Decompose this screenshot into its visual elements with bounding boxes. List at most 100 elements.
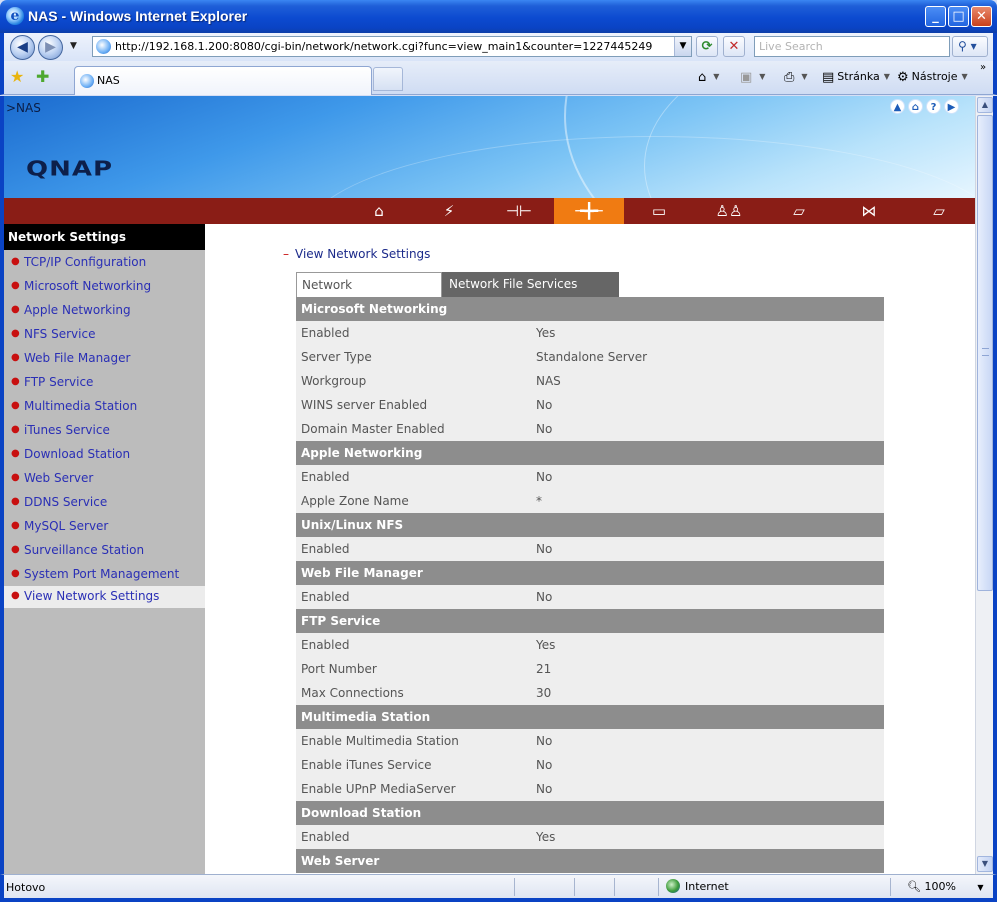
home-button[interactable]: ⌂ ▼ (698, 70, 719, 85)
sidebar-item-web-file-manager[interactable]: ● Web File Manager (4, 348, 205, 370)
scroll-down-icon[interactable]: ▼ (977, 856, 993, 872)
breadcrumb: >NAS (6, 101, 41, 115)
table-row: Server Type Standalone Server (296, 345, 884, 369)
setting-name: Enabled (301, 326, 350, 340)
section-title[interactable]: – View Network Settings (283, 247, 430, 261)
table-row: Enable Multimedia Station No (296, 729, 884, 753)
sidebar-item-multimedia[interactable]: ● Multimedia Station (4, 396, 205, 418)
next-arrow-icon[interactable]: ▶ (944, 99, 959, 114)
setting-value: * (536, 494, 542, 508)
rss-icon: ▣ (740, 70, 753, 85)
refresh-button[interactable]: ⟳ (696, 36, 718, 57)
zoom-control[interactable]: 🔍︎ 100% ▼ (907, 880, 984, 893)
new-tab-button[interactable] (373, 67, 403, 91)
table-row: Enabled Yes (296, 321, 884, 345)
setting-value: 30 (536, 686, 552, 700)
group-header: Multimedia Station (296, 705, 884, 729)
up-arrow-icon[interactable]: ▲ (890, 99, 905, 114)
table-row: Enabled No (296, 465, 884, 489)
setting-value: No (536, 734, 553, 748)
sidebar-item-view-network-settings[interactable]: ● View Network Settings (4, 586, 205, 608)
table-row: Enabled No (296, 537, 884, 561)
vertical-scrollbar[interactable]: ▲ ▼ (975, 96, 993, 874)
chevron-more-icon[interactable]: » (980, 62, 986, 73)
history-dropdown-icon[interactable]: ▼ (70, 41, 77, 51)
sidebar-item-apple-networking[interactable]: ● Apple Networking (4, 300, 205, 322)
stop-button[interactable]: ✕ (723, 36, 745, 57)
bullet-icon: ● (11, 256, 20, 267)
quick-config-icon[interactable]: ⚡ (414, 198, 484, 224)
system-logs-icon[interactable]: ▱ (904, 198, 974, 224)
help-icon[interactable]: ? (926, 99, 941, 114)
bullet-icon: ● (11, 544, 20, 555)
address-toolbar: ◀ ▶ ▼ http://192.168.1.200:8080/cgi-bin/… (0, 33, 997, 61)
print-button[interactable]: ⎙ ▼ (784, 70, 808, 85)
search-icon: ⚲ ▾ (958, 39, 977, 53)
bullet-icon: ● (11, 400, 20, 411)
sidebar-item-download-station[interactable]: ● Download Station (4, 444, 205, 466)
maximize-button[interactable]: □ (948, 6, 969, 27)
tab-label: NAS (97, 74, 120, 87)
status-divider (574, 878, 575, 896)
home-icon[interactable]: ⌂ (908, 99, 923, 114)
sidebar-item-itunes[interactable]: ● iTunes Service (4, 420, 205, 442)
back-button[interactable]: ◀ (10, 35, 35, 60)
stop-icon: ✕ (728, 39, 740, 54)
address-input[interactable]: http://192.168.1.200:8080/cgi-bin/networ… (92, 36, 692, 57)
tab-network[interactable]: Network (296, 272, 442, 297)
sidebar-item-system-port[interactable]: ● System Port Management (4, 564, 205, 586)
scroll-thumb[interactable] (977, 115, 993, 591)
search-input[interactable]: Live Search (754, 36, 950, 57)
device-config-icon[interactable]: ▭ (624, 198, 694, 224)
table-row: Apple Zone Name * (296, 489, 884, 513)
table-row: Workgroup NAS (296, 369, 884, 393)
qnap-logo: QNAP (26, 157, 114, 181)
page-menu[interactable]: ▤ Stránka ▼ (822, 70, 890, 85)
scroll-up-icon[interactable]: ▲ (977, 97, 993, 113)
close-button[interactable]: ✕ (971, 6, 992, 27)
system-settings-icon[interactable]: ⊣⊢ (484, 198, 554, 224)
sidebar-item-mysql[interactable]: ● MySQL Server (4, 516, 205, 538)
bullet-icon: ● (11, 424, 20, 435)
forward-button[interactable]: ▶ (38, 35, 63, 60)
page-icon (80, 74, 94, 88)
favorites-star-icon[interactable]: ★ (10, 67, 24, 86)
sidebar-item-nfs[interactable]: ● NFS Service (4, 324, 205, 346)
setting-value: No (536, 782, 553, 796)
sidebar-item-surveillance[interactable]: ● Surveillance Station (4, 540, 205, 562)
tab-network-file-services[interactable]: Network File Services (442, 272, 619, 297)
add-favorite-icon[interactable]: ✚ (36, 67, 49, 86)
table-row: Enable UPnP MediaServer No (296, 777, 884, 801)
tools-menu[interactable]: ⚙ Nástroje ▼ (897, 70, 968, 85)
minimize-button[interactable]: _ (925, 6, 946, 27)
network-settings-icon[interactable]: ╼╋╾ (554, 198, 624, 224)
search-button[interactable]: ⚲ ▾ (952, 36, 988, 57)
network-share-icon[interactable]: ▱ (764, 198, 834, 224)
setting-value: NAS (536, 374, 561, 388)
setting-value: No (536, 470, 553, 484)
sidebar-item-ftp[interactable]: ● FTP Service (4, 372, 205, 394)
qnap-banner: >NAS QNAP ▲ ⌂? ▶ (4, 96, 975, 198)
sidebar-item-microsoft-networking[interactable]: ● Microsoft Networking (4, 276, 205, 298)
system-tools-icon[interactable]: ⋈ (834, 198, 904, 224)
setting-name: Enable Multimedia Station (301, 734, 459, 748)
user-management-icon[interactable]: ♙♙ (694, 198, 764, 224)
setting-name: Enable iTunes Service (301, 758, 432, 772)
setting-name: Max Connections (301, 686, 404, 700)
table-row: Enable iTunes Service No (296, 753, 884, 777)
home-icon[interactable]: ⌂ (344, 198, 414, 224)
group-header: Apple Networking (296, 441, 884, 465)
sidebar-item-ddns[interactable]: ● DDNS Service (4, 492, 205, 514)
gear-icon: ⚙ (897, 70, 909, 85)
address-dropdown-icon[interactable]: ▼ (674, 37, 691, 56)
bullet-icon: ● (11, 496, 20, 507)
sidebar-item-web-server[interactable]: ● Web Server (4, 468, 205, 490)
forward-arrow-icon: ▶ (45, 39, 56, 55)
status-bar: Hotovo Internet 🔍︎ 100% ▼ (0, 874, 997, 902)
main-content: – View Network Settings Network Network F… (205, 224, 975, 874)
bullet-icon: ● (11, 304, 20, 315)
tab-nas[interactable]: NAS (74, 66, 372, 95)
sidebar-item-tcpip[interactable]: ● TCP/IP Configuration (4, 252, 205, 274)
feeds-button[interactable]: ▣ ▼ (740, 70, 765, 85)
sidebar-title: Network Settings (4, 224, 205, 250)
